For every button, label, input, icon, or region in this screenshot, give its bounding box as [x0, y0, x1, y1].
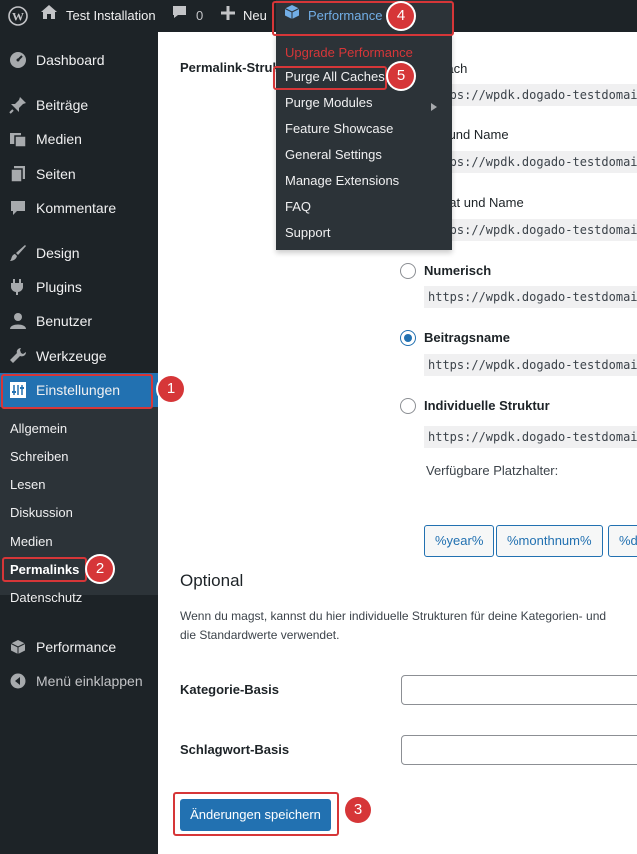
- admin-sidebar: Dashboard Beiträge Medien Seiten Komment…: [0, 32, 158, 854]
- site-name-link[interactable]: Test Installation: [40, 0, 156, 32]
- comments-link[interactable]: 0: [171, 0, 203, 32]
- menu-manage-extensions[interactable]: Manage Extensions: [285, 173, 399, 188]
- optional-heading: Optional: [180, 571, 244, 590]
- radio-numerisch[interactable]: [400, 263, 416, 279]
- submenu-arrow-icon: [431, 98, 437, 116]
- sidebar-item-beitraege[interactable]: Beiträge: [0, 88, 158, 122]
- submenu-datenschutz[interactable]: Datenschutz: [10, 590, 82, 605]
- comment-icon: [8, 198, 28, 218]
- sidebar-item-performance[interactable]: Performance: [0, 630, 158, 664]
- permalink-example: https://wpdk.dogado-testdomain.de/archiv…: [424, 286, 637, 308]
- sidebar-item-plugins[interactable]: Plugins: [0, 270, 158, 304]
- placeholder-year-button[interactable]: %year%: [424, 525, 495, 557]
- option-label: Beitragsname: [424, 330, 510, 345]
- sidebar-label: Seiten: [36, 166, 76, 182]
- option-label: Numerisch: [424, 263, 492, 278]
- step-badge-1: 1: [158, 376, 184, 402]
- permalink-example: https://wpdk.dogado-testdomain.de/?p=123: [424, 84, 637, 106]
- sidebar-label: Medien: [36, 131, 82, 147]
- step-badge-3: 3: [345, 797, 371, 823]
- sidebar-item-seiten[interactable]: Seiten: [0, 157, 158, 191]
- radio-individuelle-struktur[interactable]: [400, 398, 416, 414]
- performance-dropdown-menu: Upgrade Performance Purge All Caches Pur…: [276, 32, 452, 250]
- sidebar-item-kommentare[interactable]: Kommentare: [0, 191, 158, 225]
- permalink-example: https://wpdk.dogado-testdomain.de/beispi…: [424, 354, 637, 376]
- svg-text:W: W: [12, 10, 24, 24]
- paintbrush-icon: [8, 243, 28, 263]
- pages-icon: [8, 164, 28, 184]
- sidebar-item-benutzer[interactable]: Benutzer: [0, 304, 158, 338]
- menu-faq[interactable]: FAQ: [285, 199, 311, 214]
- tag-base-input[interactable]: [401, 735, 637, 765]
- category-base-label: Kategorie-Basis: [180, 682, 279, 697]
- highlight-permalinks: [2, 557, 87, 582]
- plus-icon: [221, 0, 235, 32]
- placeholder-monthnum-button[interactable]: %monthnum%: [496, 525, 603, 557]
- sidebar-label: Kommentare: [36, 200, 117, 216]
- sidebar-label: Design: [36, 245, 80, 261]
- sidebar-item-dashboard[interactable]: Dashboard: [0, 43, 158, 77]
- available-placeholders-label: Verfügbare Platzhalter:: [426, 463, 559, 478]
- sidebar-label: Benutzer: [36, 313, 93, 329]
- category-base-input[interactable]: [401, 675, 637, 705]
- tag-base-label: Schlagwort-Basis: [180, 742, 290, 757]
- sidebar-item-design[interactable]: Design: [0, 236, 158, 270]
- placeholder-day-button[interactable]: %day%: [608, 525, 637, 557]
- submenu-allgemein[interactable]: Allgemein: [10, 421, 67, 436]
- new-label: Neu: [243, 8, 267, 23]
- menu-purge-modules[interactable]: Purge Modules: [285, 95, 372, 110]
- step-badge-2: 2: [87, 556, 113, 582]
- radio-beitragsname[interactable]: [400, 330, 416, 346]
- collapse-arrow-icon: [8, 671, 28, 691]
- plugin-icon: [8, 277, 28, 297]
- collapse-menu-button[interactable]: Menü einklappen: [0, 664, 158, 698]
- step-badge-4: 4: [388, 3, 414, 29]
- highlight-save-button: [173, 792, 339, 836]
- performance-cube-icon: [8, 637, 28, 657]
- permalink-example: https://wpdk.dogado-testdomain.de/2024/0…: [424, 219, 637, 241]
- highlight-performance-toolbar: [272, 1, 454, 36]
- sidebar-label: Menü einklappen: [36, 673, 143, 689]
- site-name: Test Installation: [66, 8, 156, 23]
- submenu-schreiben[interactable]: Schreiben: [10, 449, 69, 464]
- step-badge-5: 5: [388, 63, 414, 89]
- highlight-purge-all-caches: [273, 66, 387, 90]
- dashboard-gauge-icon: [8, 50, 28, 70]
- pushpin-icon: [8, 95, 28, 115]
- custom-structure-input[interactable]: https://wpdk.dogado-testdomain.de: [424, 426, 637, 448]
- wordpress-logo-icon[interactable]: W: [8, 0, 28, 32]
- permalink-example: https://wpdk.dogado-testdomain.de/2024/0…: [424, 151, 637, 173]
- media-icon: [8, 129, 28, 149]
- submenu-diskussion[interactable]: Diskussion: [10, 505, 73, 520]
- menu-upgrade-performance[interactable]: Upgrade Performance: [285, 45, 413, 60]
- sidebar-label: Dashboard: [36, 52, 105, 68]
- sidebar-label: Performance: [36, 639, 117, 655]
- optional-description-line-2: die Standardwerte verwendet.: [180, 628, 340, 642]
- new-content-link[interactable]: Neu: [221, 0, 267, 32]
- sidebar-item-werkzeuge[interactable]: Werkzeuge: [0, 339, 158, 373]
- optional-description-line-1: Wenn du magst, kannst du hier individuel…: [180, 609, 607, 623]
- submenu-medien[interactable]: Medien: [10, 534, 53, 549]
- menu-general-settings[interactable]: General Settings: [285, 147, 382, 162]
- home-icon: [40, 0, 58, 32]
- sidebar-label: Plugins: [36, 279, 82, 295]
- user-icon: [8, 311, 28, 331]
- submenu-lesen[interactable]: Lesen: [10, 477, 45, 492]
- comments-count: 0: [196, 8, 204, 23]
- sidebar-item-medien[interactable]: Medien: [0, 122, 158, 156]
- comment-bubble-icon: [171, 0, 188, 32]
- sidebar-label: Beiträge: [36, 97, 89, 113]
- menu-feature-showcase[interactable]: Feature Showcase: [285, 121, 393, 136]
- highlight-einstellungen: [1, 374, 153, 409]
- wrench-icon: [8, 346, 28, 366]
- menu-support[interactable]: Support: [285, 225, 331, 240]
- sidebar-label: Werkzeuge: [36, 348, 107, 364]
- option-label: Individuelle Struktur: [424, 398, 550, 413]
